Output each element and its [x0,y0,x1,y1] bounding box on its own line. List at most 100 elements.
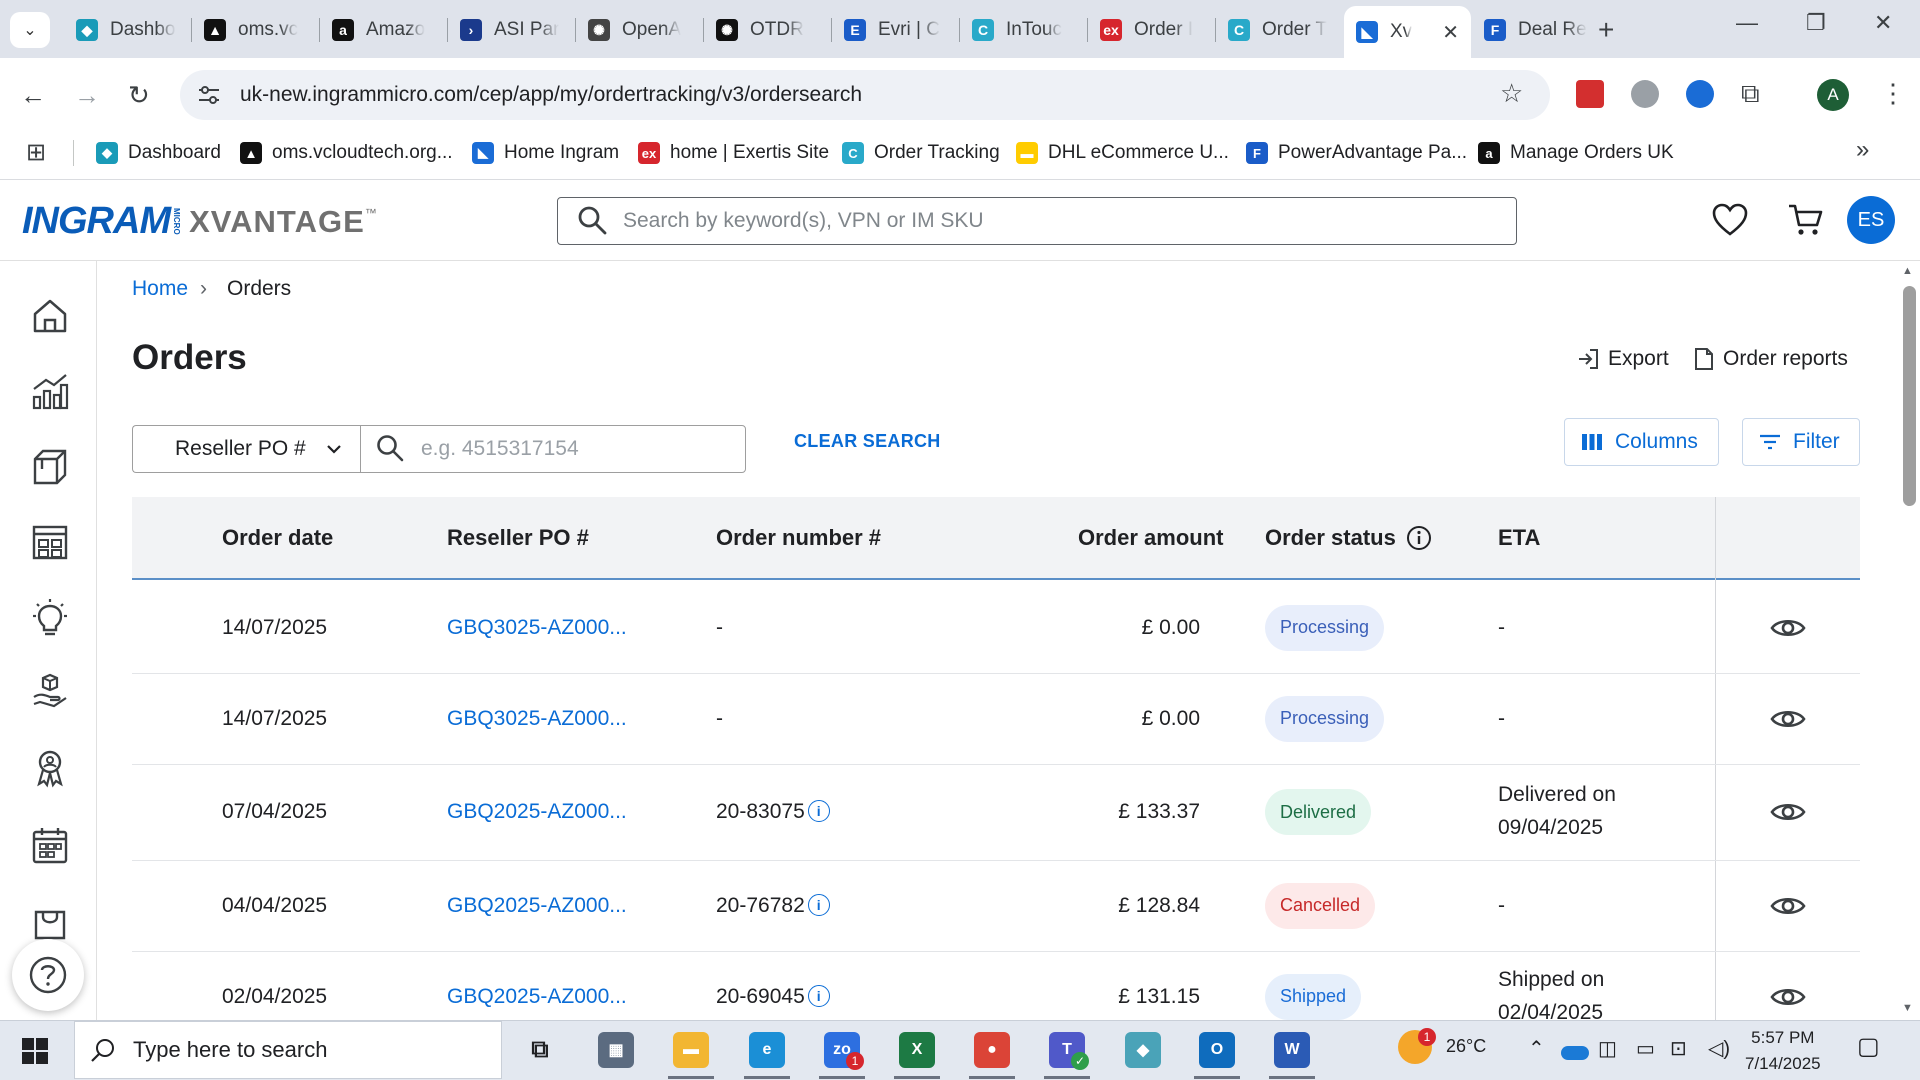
reseller-po-link[interactable]: GBQ2025-AZ000... [447,985,627,1009]
export-button[interactable]: Export [1576,347,1669,371]
order-info-icon[interactable]: i [807,800,830,822]
browser-tab[interactable]: ▲ oms.vc [192,8,319,52]
order-reports-button[interactable]: Order reports [1693,347,1848,371]
column-header-order-number[interactable]: Order number # [716,525,881,551]
columns-button[interactable]: Columns [1564,418,1719,466]
view-order-eye-icon[interactable] [1770,800,1806,824]
chrome-icon[interactable]: ● [974,1032,1010,1068]
reseller-po-link[interactable]: GBQ3025-AZ000... [447,707,627,731]
help-button[interactable] [12,939,84,1011]
home-icon[interactable] [30,296,70,336]
column-header-order-date[interactable]: Order date [222,525,333,551]
browser-tab[interactable]: ◣ Xv ✕ [1344,6,1471,58]
extension-blue-icon[interactable] [1686,80,1714,108]
ingram-xvantage-logo[interactable]: INGRAM MICRO XVANTAGE ™ [22,200,377,243]
task-view-icon[interactable]: ⧉ [522,1032,558,1068]
globe-extension-icon[interactable] [1631,80,1659,108]
new-tab-button[interactable]: + [1598,14,1614,46]
browser-tab[interactable]: C InTouc [960,8,1087,52]
favorites-heart-icon[interactable] [1712,203,1748,237]
battery-icon[interactable]: ▭ [1636,1036,1655,1061]
scroll-up-arrow[interactable]: ▲ [1902,265,1913,277]
browser-tab[interactable]: a Amazo [320,8,447,52]
table-row[interactable] [132,764,1715,860]
lightbulb-icon[interactable] [30,598,70,638]
calendar-icon[interactable] [30,825,70,865]
bookmark-item[interactable]: ex home | Exertis Site [638,137,829,169]
filter-button[interactable]: Filter [1742,418,1860,466]
delivery-hand-box-icon[interactable] [30,673,70,713]
site-settings-icon[interactable] [196,82,222,108]
bookmark-item[interactable]: ◣ Home Ingram [472,137,619,169]
restore-icon[interactable]: ❐ [1806,10,1826,36]
browser-tab[interactable]: ✺ OpenA [576,8,703,52]
cart-icon[interactable] [1787,203,1823,237]
scrollbar-thumb[interactable] [1903,286,1916,506]
browser-menu-icon[interactable]: ⋮ [1880,78,1906,109]
extensions-puzzle-icon[interactable]: ⧉ [1741,78,1760,110]
file-explorer-icon[interactable]: ▬ [673,1032,709,1068]
table-row[interactable] [132,673,1715,764]
column-header-order-amount[interactable]: Order amount [1078,525,1223,551]
network-icon[interactable]: ⊡ [1670,1036,1687,1061]
table-row[interactable] [132,860,1715,951]
browser-tab[interactable]: F Deal Re [1472,8,1599,52]
bookmark-item[interactable]: ◆ Dashboard [96,137,221,169]
view-order-eye-icon[interactable] [1770,985,1806,1009]
tab-search-button[interactable]: ⌄ [10,12,50,48]
reseller-po-link[interactable]: GBQ2025-AZ000... [447,894,627,918]
bookmark-item[interactable]: a Manage Orders UK [1478,137,1674,169]
reseller-po-link[interactable]: GBQ3025-AZ000... [447,616,627,640]
browser-tab[interactable]: ✺ OTDR [704,8,831,52]
close-window-icon[interactable]: ✕ [1874,10,1892,36]
order-info-icon[interactable]: i [807,984,830,1007]
clear-search-button[interactable]: CLEAR SEARCH [794,431,941,452]
reload-icon[interactable]: ↻ [128,80,150,111]
minimize-icon[interactable]: — [1736,10,1758,36]
scroll-down-arrow[interactable]: ▼ [1902,1002,1913,1014]
view-order-eye-icon[interactable] [1770,616,1806,640]
order-search-input[interactable]: e.g. 4515317154 [360,425,746,473]
address-bar[interactable]: uk-new.ingrammicro.com/cep/app/my/ordert… [180,70,1550,120]
analytics-chart-icon[interactable] [30,371,70,411]
calculator-icon[interactable]: ▦ [598,1032,634,1068]
breadcrumb-home[interactable]: Home [132,277,188,301]
edge-icon[interactable]: e [749,1032,785,1068]
pdf-extension-icon[interactable] [1576,80,1604,108]
products-box-icon[interactable] [30,447,70,487]
apps-grid-icon[interactable]: ⊞ [26,138,46,167]
word-icon[interactable]: W [1274,1032,1310,1068]
browser-tab[interactable]: C Order T [1216,8,1343,52]
app-diamond-icon[interactable]: ◆ [1125,1032,1161,1068]
close-tab-icon[interactable]: ✕ [1442,20,1459,45]
browser-tab[interactable]: › ASI Par [448,8,575,52]
bookmark-star-icon[interactable]: ☆ [1500,78,1523,109]
outlook-icon[interactable]: O [1199,1032,1235,1068]
reseller-po-link[interactable]: GBQ2025-AZ000... [447,800,627,824]
user-avatar[interactable]: ES [1847,196,1895,244]
forward-icon[interactable]: → [74,80,100,111]
table-row[interactable] [132,582,1715,673]
order-info-icon[interactable]: i [807,893,830,916]
column-header-eta[interactable]: ETA [1498,525,1540,551]
column-header-order-status[interactable]: Order status [1265,525,1432,551]
view-order-eye-icon[interactable] [1770,707,1806,731]
volume-icon[interactable]: ◁) [1708,1036,1730,1061]
system-clock[interactable]: 5:57 PM 7/14/2025 [1745,1025,1821,1077]
chevron-up-icon[interactable]: ⌃ [1528,1036,1545,1061]
info-icon[interactable] [1406,525,1432,551]
shopping-bag-icon[interactable] [30,902,70,942]
product-search-input[interactable]: Search by keyword(s), VPN or IM SKU [557,197,1517,245]
onedrive-icon[interactable] [1561,1046,1589,1060]
back-icon[interactable]: ← [20,80,46,111]
windows-start-icon[interactable] [22,1038,48,1064]
browser-tab[interactable]: ex Order I [1088,8,1215,52]
more-bookmarks-icon[interactable]: » [1856,136,1869,164]
weather-temperature[interactable]: 26°C [1446,1036,1486,1057]
bookmark-item[interactable]: C Order Tracking [842,137,1000,169]
browser-tab[interactable]: ◆ Dashbo [64,8,191,52]
view-order-eye-icon[interactable] [1770,894,1806,918]
bookmark-item[interactable]: F PowerAdvantage Pa... [1246,137,1467,169]
browser-tab[interactable]: E Evri | C [832,8,959,52]
award-ribbon-icon[interactable] [30,748,70,788]
